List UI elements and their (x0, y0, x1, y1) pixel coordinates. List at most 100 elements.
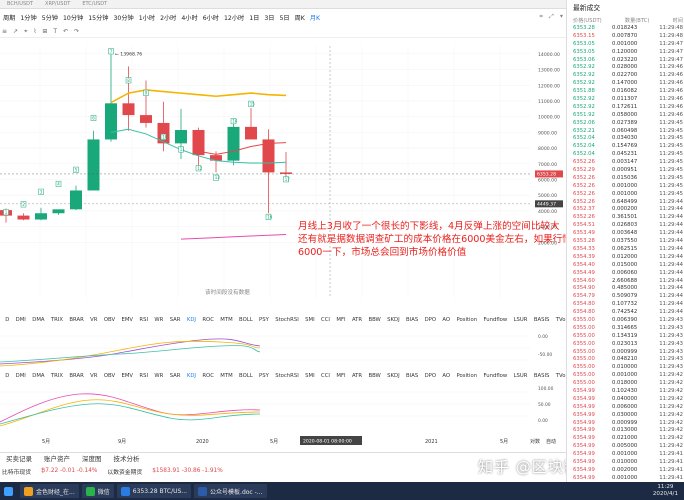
axis-mode-toggle[interactable]: 自动 (546, 438, 556, 445)
bottom-tab[interactable]: 深度图 (82, 453, 102, 463)
indicator-option[interactable]: BOLL (236, 373, 256, 379)
sub-chart-2[interactable]: 100.00 50.00 0.00 (0, 382, 566, 434)
candle-body[interactable] (122, 103, 135, 116)
indicator-option[interactable]: SMI (302, 317, 318, 323)
period-option[interactable]: 5日 (279, 13, 291, 22)
candle-body[interactable] (227, 126, 240, 161)
draw-tool-icon[interactable]: ⊞ (42, 28, 47, 35)
indicator-option[interactable]: DMI (12, 317, 29, 323)
indicator-option[interactable]: BBW (365, 317, 384, 323)
axis-mode-toggle[interactable]: 对数 (530, 438, 540, 445)
toolbar-icon[interactable]: ⤢ (549, 13, 554, 21)
market-tab[interactable]: ETC/USDT (79, 1, 110, 7)
indicator-option[interactable]: KDJ (184, 317, 200, 323)
indicator-option[interactable]: OBV (101, 373, 119, 379)
period-option[interactable]: 12小时 (223, 13, 245, 22)
indicator-option[interactable]: MTM (217, 317, 236, 323)
indicator-option[interactable]: DMA (29, 373, 48, 379)
indicator-option[interactable]: BRAR (66, 373, 87, 379)
candle-body[interactable] (17, 215, 30, 220)
indicator-option[interactable]: AO (439, 317, 453, 323)
period-option[interactable]: 10分钟 (62, 13, 84, 22)
indicator-option[interactable]: VR (87, 373, 101, 379)
market-tab[interactable]: BCH/USDT (4, 1, 36, 7)
period-option[interactable]: 4小时 (180, 13, 198, 22)
draw-tool-icon[interactable]: ↷ (74, 28, 79, 35)
indicator-option[interactable]: BASIS (531, 373, 553, 379)
indicator-option[interactable]: LSUR (510, 317, 530, 323)
indicator-option[interactable]: MTM (217, 373, 236, 379)
period-option[interactable]: 6小时 (202, 13, 220, 22)
indicator-option[interactable]: StochRSI (272, 317, 302, 323)
taskbar-item[interactable]: 金色财经_在... (20, 484, 79, 498)
draw-tool-icon[interactable]: ⌇ (33, 28, 36, 35)
indicator-option[interactable]: RSI (136, 317, 151, 323)
period-option[interactable]: 30分钟 (113, 13, 135, 22)
candle-body[interactable] (70, 190, 82, 210)
start-button[interactable] (0, 484, 17, 498)
indicator-option[interactable]: BIAS (403, 317, 422, 323)
indicator-option[interactable]: ATR (349, 317, 366, 323)
indicator-option[interactable]: CCI (318, 317, 333, 323)
indicator-option[interactable]: ATR (349, 373, 366, 379)
period-option[interactable]: 5分钟 (41, 13, 59, 22)
taskbar-item[interactable]: 微信 (81, 484, 114, 498)
indicator-option[interactable]: RSI (136, 373, 151, 379)
indicator-option[interactable]: WR (151, 373, 166, 379)
indicator-option[interactable]: Fundflow (480, 317, 510, 323)
draw-tool-icon[interactable]: ≡ (2, 28, 7, 35)
period-option[interactable]: 3日 (263, 13, 275, 22)
indicator-option[interactable]: TRIX (48, 317, 66, 323)
indicator-option[interactable]: OBV (101, 317, 119, 323)
candle-body[interactable] (105, 103, 117, 140)
indicator-option[interactable]: DMI (12, 373, 29, 379)
period-option[interactable]: 15分钟 (87, 13, 109, 22)
toolbar-icon[interactable]: ▾ (560, 13, 563, 21)
draw-tool-icon[interactable]: ⌖ (24, 28, 27, 36)
period-option[interactable]: 周期 (2, 13, 16, 22)
indicator-option[interactable]: Position (453, 373, 480, 379)
indicator-option[interactable]: PSY (256, 373, 272, 379)
draw-tool-icon[interactable]: T (53, 28, 57, 35)
indicator-option[interactable]: ROC (199, 373, 217, 379)
draw-tool-icon[interactable]: ↶ (63, 28, 68, 35)
indicator-option[interactable]: VR (87, 317, 101, 323)
indicator-option[interactable]: SKDJ (384, 317, 403, 323)
candle-body[interactable] (35, 213, 47, 220)
indicator-option[interactable]: Fundflow (480, 373, 510, 379)
indicator-option[interactable]: DPO (421, 373, 439, 379)
candlestick-chart[interactable]: 14000.00 13000.00 12000.00 11000.00 10000.00… (0, 38, 566, 300)
indicator-option[interactable]: SAR (167, 373, 184, 379)
indicator-option[interactable]: BOLL (236, 317, 256, 323)
bottom-tab[interactable]: 买卖记录 (6, 453, 32, 463)
indicator-option[interactable]: KDJ (184, 373, 200, 379)
indicator-option[interactable]: EMV (118, 373, 136, 379)
candle-body[interactable] (245, 126, 257, 140)
indicator-option[interactable]: CCI (318, 373, 333, 379)
period-option[interactable]: 1分钟 (19, 13, 37, 22)
indicator-option[interactable]: LSUR (510, 373, 530, 379)
indicator-option[interactable]: BBW (365, 373, 384, 379)
period-option[interactable]: 2小时 (159, 13, 177, 22)
taskbar-item[interactable]: 6353.28 BTC/US... (116, 484, 192, 498)
indicator-option[interactable]: WR (151, 317, 166, 323)
period-option[interactable]: 1小时 (138, 13, 156, 22)
sub-chart-1[interactable]: 0.00 -50.00 (0, 326, 566, 370)
period-option[interactable]: 1日 (248, 13, 260, 22)
indicator-option[interactable]: PSY (256, 317, 272, 323)
indicator-option[interactable]: MFI (333, 317, 349, 323)
candle-body[interactable] (52, 209, 65, 214)
candle-body[interactable] (175, 130, 187, 144)
indicator-option[interactable]: D (2, 373, 12, 379)
toolbar-icon[interactable]: ⌗ (539, 13, 542, 21)
bottom-tab[interactable]: 账户资产 (44, 453, 70, 463)
indicator-option[interactable]: D (2, 317, 12, 323)
period-option[interactable]: 月K (309, 13, 321, 22)
draw-tool-icon[interactable]: ↗ (13, 28, 18, 35)
candle-body[interactable] (87, 139, 100, 191)
indicator-option[interactable]: AO (439, 373, 453, 379)
indicator-option[interactable]: MFI (333, 373, 349, 379)
indicator-option[interactable]: StochRSI (272, 373, 302, 379)
bottom-tab[interactable]: 技术分析 (114, 453, 140, 463)
taskbar-item[interactable]: 公众号模板.doc -... (194, 484, 267, 498)
